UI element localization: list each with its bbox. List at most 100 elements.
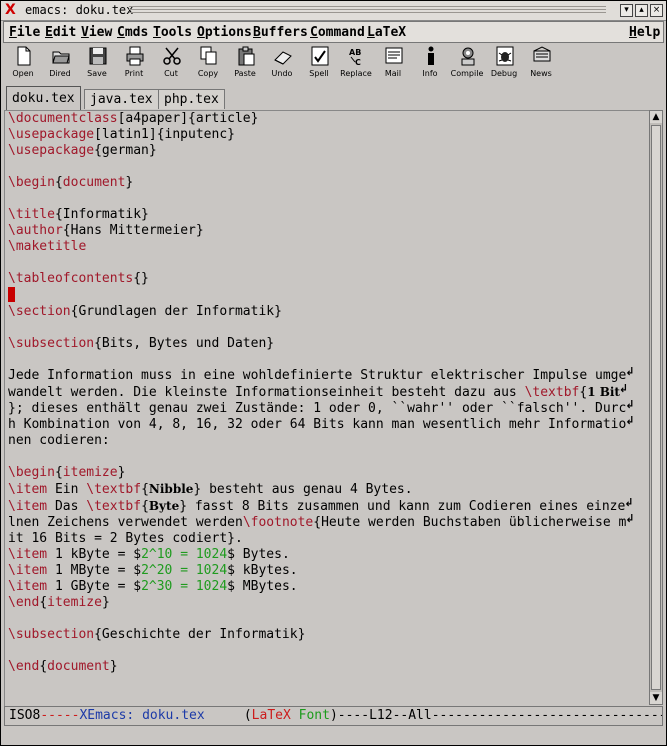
latex-command: \item xyxy=(8,547,48,562)
menu-cmds[interactable]: Cmds xyxy=(117,25,148,40)
svg-text:C: C xyxy=(355,58,361,66)
menu-help[interactable]: Help xyxy=(629,25,660,40)
code-text-segment: } besteht aus genau 4 Bytes. xyxy=(193,482,413,497)
scroll-up-arrow-icon[interactable]: ▲ xyxy=(650,111,662,123)
scroll-thumb[interactable] xyxy=(651,125,661,690)
code-line[interactable]: \end{itemize} xyxy=(8,595,110,610)
code-line[interactable]: \documentclass[a4paper]{article} xyxy=(8,111,258,126)
replace-icon: ABC xyxy=(349,48,361,66)
modeline-major-mode[interactable]: LaTeX xyxy=(252,708,291,723)
menu-latex[interactable]: LaTeX xyxy=(367,25,406,40)
latex-command: \item xyxy=(8,482,48,497)
toolbar-label: Undo xyxy=(271,69,293,78)
toolbar-undo-button[interactable]: Undo xyxy=(265,45,299,80)
modeline-minor-mode[interactable]: Font xyxy=(299,708,330,723)
maximize-button[interactable]: ▴ xyxy=(635,4,648,17)
code-line[interactable]: it 16 Bits = 2 Bytes codiert}. xyxy=(8,531,243,546)
code-text-segment: $ MBytes. xyxy=(227,579,298,594)
code-line[interactable]: wandelt werden. Die kleinste Information… xyxy=(8,382,628,400)
code-text-segment: Jede Information muss in eine wohldefini… xyxy=(8,368,627,383)
code-text-segment: } fasst 8 Bits zusammen und kann zum Cod… xyxy=(179,499,626,514)
code-line[interactable]: \item Das \textbf{Byte} fasst 8 Bits zus… xyxy=(8,496,634,514)
menu-options[interactable]: Options xyxy=(197,25,252,40)
toolbar-news-button[interactable]: News xyxy=(524,45,558,80)
code-line[interactable]: nen codieren: xyxy=(8,433,110,448)
code-line[interactable]: \subsection{Geschichte der Informatik} xyxy=(8,627,305,642)
toolbar-replace-button[interactable]: AB C Replace xyxy=(339,45,373,80)
code-line[interactable]: \maketitle xyxy=(8,239,86,254)
tab-java-tex[interactable]: java.tex xyxy=(84,89,159,109)
toolbar-mail-button[interactable]: Mail xyxy=(376,45,410,80)
code-line[interactable]: \usepackage[latin1]{inputenc} xyxy=(8,127,235,142)
code-line[interactable]: \title{Informatik} xyxy=(8,207,149,222)
toolbar-copy-button[interactable]: Copy xyxy=(191,45,225,80)
line-wrap-icon xyxy=(625,414,634,428)
close-button[interactable]: × xyxy=(650,4,663,17)
toolbar-cut-button[interactable]: Cut xyxy=(154,45,188,80)
modeline-buffer-name[interactable]: doku.tex xyxy=(142,708,205,723)
code-text-segment: } xyxy=(101,595,110,610)
latex-command: \textbf xyxy=(86,499,142,514)
code-text-segment: {Grundlagen der Informatik} xyxy=(70,304,282,319)
code-text-segment: 1 MByte = $ xyxy=(47,563,142,578)
code-line[interactable] xyxy=(8,287,15,303)
scissors-icon xyxy=(163,47,181,65)
toolbar-spell-button[interactable]: Spell xyxy=(302,45,336,80)
latex-command: \end xyxy=(8,659,40,674)
modeline-dashes: ----- xyxy=(40,708,80,723)
scroll-down-arrow-icon[interactable]: ▼ xyxy=(650,692,662,704)
code-line[interactable]: \author{Hans Mittermeier} xyxy=(8,223,204,238)
toolbar-dired-button[interactable]: Dired xyxy=(43,45,77,80)
toolbar-open-button[interactable]: Open xyxy=(6,45,40,80)
code-line[interactable]: \begin{document} xyxy=(8,175,133,190)
spell-check-icon xyxy=(311,46,329,66)
code-line[interactable]: \begin{itemize} xyxy=(8,465,125,480)
latex-command: \footnote xyxy=(242,515,314,530)
emacs-window: X emacs: doku.tex ▾ ▴ × File Edit View C… xyxy=(0,0,667,746)
copy-icon xyxy=(200,46,217,65)
code-line[interactable]: \item 1 kByte = $2^10 = 1024$ Bytes. xyxy=(8,547,290,562)
code-line[interactable]: \item Ein \textbf{Nibble} besteht aus ge… xyxy=(8,482,413,497)
editor-buffer[interactable]: \documentclass[a4paper]{article} \usepac… xyxy=(4,110,649,706)
menu-command[interactable]: Command xyxy=(310,25,365,40)
code-line[interactable]: \item 1 MByte = $2^20 = 1024$ kBytes. xyxy=(8,563,298,578)
code-line[interactable]: }; dieses enthält genau zwei Zustände: 1… xyxy=(8,398,635,416)
menu-view[interactable]: View xyxy=(81,25,112,40)
vertical-scrollbar[interactable]: ▲ ▼ xyxy=(649,110,663,705)
code-line[interactable]: lnen Zeichens verwendet werden\footnote{… xyxy=(8,512,635,530)
eraser-icon xyxy=(274,51,292,65)
toolbar-compile-button[interactable]: Compile xyxy=(450,45,484,80)
minibuffer[interactable] xyxy=(4,727,663,743)
code-line[interactable]: \item 1 GByte = $2^30 = 1024$ MBytes. xyxy=(8,579,298,594)
toolbar-label: Dired xyxy=(49,69,71,78)
latex-command: \documentclass xyxy=(8,111,118,126)
modeline-position: ----L12--All xyxy=(337,708,432,723)
code-line[interactable]: \end{document} xyxy=(8,659,118,674)
tab-php-tex[interactable]: php.tex xyxy=(158,89,225,109)
toolbar-debug-button[interactable]: Debug xyxy=(487,45,521,80)
code-text[interactable]: \documentclass[a4paper]{article} \usepac… xyxy=(8,111,635,675)
toolbar-paste-button[interactable]: Paste xyxy=(228,45,262,80)
menu-buffers[interactable]: Buffers xyxy=(253,25,308,40)
code-line[interactable]: \usepackage{german} xyxy=(8,143,157,158)
title-bar[interactable]: X emacs: doku.tex ▾ ▴ × xyxy=(1,1,666,21)
latex-command: \tableofcontents xyxy=(8,271,134,286)
line-wrap-icon xyxy=(625,512,634,526)
toolbar-info-button[interactable]: Info xyxy=(413,45,447,80)
code-text-segment: 1 kByte = $ xyxy=(47,547,142,562)
code-line[interactable]: \subsection{Bits, Bytes und Daten} xyxy=(8,336,274,351)
menu-edit[interactable]: Edit xyxy=(45,25,76,40)
menu-tools[interactable]: Tools xyxy=(153,25,192,40)
code-line[interactable]: \tableofcontents{} xyxy=(8,271,149,286)
code-text-segment: wandelt werden. Die kleinste Information… xyxy=(8,385,525,400)
latex-command: \section xyxy=(8,304,71,319)
code-line[interactable]: \section{Grundlagen der Informatik} xyxy=(8,304,282,319)
code-line[interactable]: Jede Information muss in eine wohldefini… xyxy=(8,365,635,383)
math-text: 2^20 = 1024 xyxy=(141,563,228,578)
toolbar-save-button[interactable]: Save xyxy=(80,45,114,80)
menu-file[interactable]: File xyxy=(9,25,40,40)
minimize-button[interactable]: ▾ xyxy=(620,4,633,17)
tab-doku-tex[interactable]: doku.tex xyxy=(6,86,81,110)
toolbar-print-button[interactable]: Print xyxy=(117,45,151,80)
code-line[interactable]: h Kombination von 4, 8, 16, 32 oder 64 B… xyxy=(8,414,635,432)
